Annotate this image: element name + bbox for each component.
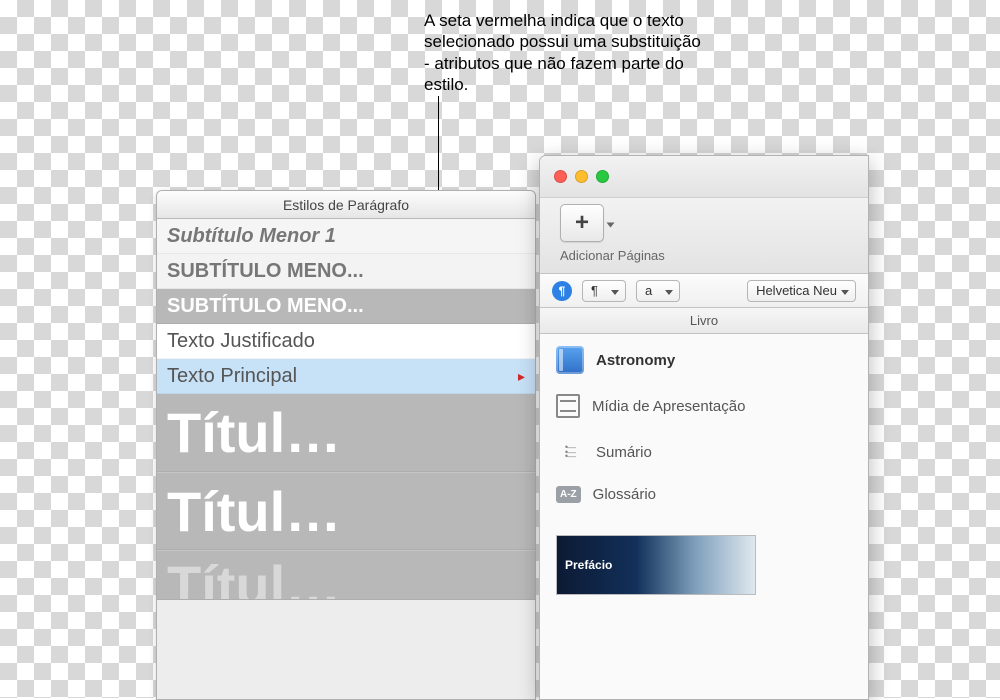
paragraph-style-combo[interactable]: ¶ (582, 280, 626, 302)
list-icon: •—•—•— (556, 438, 584, 466)
style-row-label: SUBTÍTULO MENO... (167, 260, 364, 283)
book-outline: Astronomy Mídia de Apresentação •—•—•— S… (540, 334, 868, 515)
style-override-indicator-icon: ▸ (518, 368, 525, 385)
callout-text: A seta vermelha indica que o texto selec… (424, 10, 704, 95)
style-row-subtitulo-meno-a[interactable]: SUBTÍTULO MENO... (157, 254, 535, 289)
book-section-header: Livro (540, 308, 868, 334)
style-row-subtitulo-menor-1[interactable]: Subtítulo Menor 1 (157, 219, 535, 254)
style-row-texto-principal[interactable]: Texto Principal ▸ (157, 359, 535, 394)
outline-item-toc[interactable]: •—•—•— Sumário (556, 438, 852, 466)
combo-value: ¶ (591, 283, 598, 298)
style-row-label: Subtítulo Menor 1 (167, 225, 336, 248)
style-row-label: Títul… (167, 400, 341, 465)
outline-item-label: Astronomy (596, 352, 675, 369)
filmstrip-icon (556, 394, 580, 418)
add-pages-label: Adicionar Páginas (560, 248, 848, 263)
ibooks-author-window: + Adicionar Páginas ¶ ¶ a Helvetica Neu … (539, 155, 869, 700)
font-family-combo[interactable]: Helvetica Neu (747, 280, 856, 302)
character-style-combo[interactable]: a (636, 280, 680, 302)
style-row-label: Texto Justificado (167, 330, 315, 353)
outline-item-label: Glossário (593, 486, 656, 503)
page-thumbnail-label: Prefácio (565, 558, 612, 572)
add-pages-button[interactable]: + (560, 204, 604, 242)
window-minimize-button[interactable] (575, 170, 588, 183)
outline-item-book[interactable]: Astronomy (556, 346, 852, 374)
style-row-label: Títul… (167, 479, 341, 544)
style-row-titulo-2[interactable]: Títul… (157, 472, 535, 550)
plus-icon: + (575, 209, 589, 237)
page-thumbnail-prefacio[interactable]: Prefácio (556, 535, 756, 595)
style-row-titulo-3[interactable]: Títul… (157, 550, 535, 600)
combo-value: Helvetica Neu (756, 283, 837, 298)
window-zoom-button[interactable] (596, 170, 609, 183)
outline-item-label: Sumário (596, 444, 652, 461)
outline-item-glossary[interactable]: A-Z Glossário (556, 486, 852, 503)
pilcrow-icon: ¶ (559, 284, 566, 298)
style-row-titulo-1[interactable]: Títul… (157, 394, 535, 472)
paragraph-styles-panel: Estilos de Parágrafo Subtítulo Menor 1 S… (156, 190, 536, 700)
style-row-label: Texto Principal (167, 365, 297, 388)
outline-item-media[interactable]: Mídia de Apresentação (556, 394, 852, 418)
style-row-label: Títul… (167, 553, 341, 600)
style-row-texto-justificado[interactable]: Texto Justificado (157, 324, 535, 359)
style-row-subtitulo-meno-b[interactable]: SUBTÍTULO MENO... (157, 289, 535, 324)
window-titlebar (540, 156, 868, 198)
book-icon (556, 346, 584, 374)
outline-item-label: Mídia de Apresentação (592, 398, 745, 415)
toolbar: + Adicionar Páginas (540, 198, 868, 274)
show-invisibles-button[interactable]: ¶ (552, 281, 572, 301)
a-z-icon: A-Z (556, 486, 581, 503)
window-close-button[interactable] (554, 170, 567, 183)
paragraph-styles-title: Estilos de Parágrafo (157, 191, 535, 219)
format-bar: ¶ ¶ a Helvetica Neu (540, 274, 868, 308)
combo-value: a (645, 283, 652, 298)
style-row-label: SUBTÍTULO MENO... (167, 295, 364, 318)
